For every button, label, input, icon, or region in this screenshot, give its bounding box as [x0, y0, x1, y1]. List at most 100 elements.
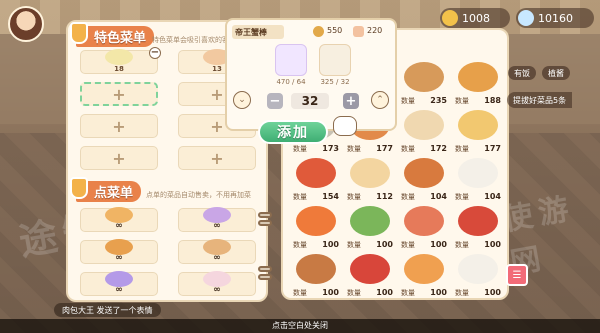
dish-count: 100: [322, 240, 339, 249]
dish-count-row: 数量 172: [401, 143, 447, 154]
quantity-label: 数量: [293, 192, 307, 201]
dish-count-row: 数量 100: [347, 239, 393, 250]
dish-cell[interactable]: 数量 100: [293, 204, 339, 250]
quantity-label: 数量: [347, 144, 361, 153]
infinite-quantity: ∞: [115, 285, 123, 295]
empty-featured-slot[interactable]: +: [80, 146, 158, 170]
dish-count-row: 数量 173: [293, 143, 339, 154]
star-icon: [353, 26, 364, 37]
dish-cell[interactable]: 数量 235: [401, 60, 447, 106]
list-menu-button[interactable]: ☰: [506, 264, 528, 286]
dish-quantity: 13: [212, 65, 222, 73]
quantity-label: 数量: [401, 96, 415, 105]
ingredient-item: 325 / 32: [319, 44, 351, 86]
dish-cell[interactable]: 数量 100: [455, 252, 501, 298]
empty-featured-slot[interactable]: +: [80, 114, 158, 138]
dish-cell[interactable]: 数量 100: [293, 252, 339, 298]
dish-count: 154: [322, 192, 339, 201]
tag-label: 植酱: [542, 66, 570, 80]
dish-cell[interactable]: 数量 154: [293, 156, 339, 202]
dish-cell[interactable]: 数量 100: [347, 204, 393, 250]
dish-name: 帝王蟹棒: [232, 25, 284, 39]
dish-count-row: 数量 100: [293, 287, 339, 298]
dish-cell[interactable]: 数量 100: [347, 252, 393, 298]
dish-count: 235: [430, 96, 447, 105]
tag-label: 有饭: [508, 66, 536, 80]
alacarte-dish-slot[interactable]: ∞: [178, 239, 256, 264]
remove-icon[interactable]: −: [149, 47, 161, 59]
gold-counter[interactable]: 1008: [440, 8, 510, 28]
dish-count-row: 数量 104: [401, 191, 447, 202]
decrease-button[interactable]: −: [267, 93, 283, 109]
dish-count-row: 数量 100: [455, 239, 501, 250]
quantity-label: 数量: [401, 240, 415, 249]
player-avatar[interactable]: [8, 6, 44, 42]
dish-count: 104: [484, 192, 501, 201]
dish-count: 100: [376, 240, 393, 249]
quantity-label: 数量: [455, 192, 469, 201]
chef-hat-icon: [70, 177, 88, 199]
empty-featured-slot[interactable]: +: [178, 146, 256, 170]
dish-cell[interactable]: 数量 188: [455, 60, 501, 106]
chevron-down-icon[interactable]: ⌄: [233, 91, 251, 109]
dish-count-row: 数量 188: [455, 95, 501, 106]
dish-count: 104: [430, 192, 447, 201]
dish-cell[interactable]: 数量 100: [401, 252, 447, 298]
dish-icon: [458, 206, 498, 236]
featured-dish-slot[interactable]: 18 −: [80, 47, 161, 74]
dish-cell[interactable]: 数量 177: [455, 108, 501, 154]
dish-count-row: 数量 100: [401, 287, 447, 298]
gem-counter[interactable]: 10160: [516, 8, 594, 28]
close-hint[interactable]: 点击空白处关闭: [0, 319, 600, 333]
quantity-label: 数量: [347, 240, 361, 249]
dish-count-row: 数量 177: [455, 143, 501, 154]
dish-count: 177: [376, 144, 393, 153]
dish-count: 100: [322, 288, 339, 297]
dish-icon: [404, 206, 444, 236]
cat-mascot-icon: [333, 116, 357, 136]
dish-cell[interactable]: 数量 100: [401, 204, 447, 250]
star-reward: 220: [367, 26, 383, 35]
dish-count-row: 数量 104: [455, 191, 501, 202]
empty-featured-slot[interactable]: +: [80, 82, 158, 106]
dish-count-row: 数量 235: [401, 95, 447, 106]
dish-cell[interactable]: 数量 104: [401, 156, 447, 202]
chevron-up-icon[interactable]: ⌃: [371, 91, 389, 109]
dish-icon: [350, 206, 390, 236]
gold-value: 1008: [462, 11, 490, 25]
infinite-quantity: ∞: [213, 253, 221, 263]
infinite-quantity: ∞: [213, 221, 221, 231]
binder-rings: [258, 212, 274, 238]
dish-icon: [458, 62, 498, 92]
dish-count: 177: [484, 144, 501, 153]
quantity-label: 数量: [455, 288, 469, 297]
quantity-label: 数量: [455, 144, 469, 153]
dish-icon: [458, 110, 498, 140]
add-dish-popup: 帝王蟹棒 550 220 470 / 64 325 / 32 ⌄ − 32 + …: [225, 18, 397, 131]
alacarte-dish-slot[interactable]: ∞: [178, 207, 256, 232]
chat-toast: 肉包大王 发送了一个表情: [54, 303, 161, 317]
increase-button[interactable]: +: [343, 93, 359, 109]
dish-icon: [105, 49, 133, 65]
alacarte-dish-slot[interactable]: ∞: [80, 271, 158, 296]
quantity-value[interactable]: 32: [291, 93, 329, 109]
quantity-label: 数量: [293, 240, 307, 249]
alacarte-dish-slot[interactable]: ∞: [178, 271, 256, 296]
alacarte-menu-title: 点菜单: [70, 177, 142, 202]
alacarte-dish-slot[interactable]: ∞: [80, 239, 158, 264]
dish-quantity: 18: [114, 65, 124, 73]
dish-cell[interactable]: 数量 104: [455, 156, 501, 202]
dish-cell[interactable]: 数量 100: [455, 204, 501, 250]
ingredient-amount: 470 / 64: [276, 78, 306, 86]
dish-count: 173: [322, 144, 339, 153]
dish-icon: [296, 158, 336, 188]
quantity-label: 数量: [347, 288, 361, 297]
add-button[interactable]: 添加: [258, 120, 328, 144]
alacarte-menu-hint: 点单的菜品自动售卖，不用再加菜: [146, 191, 251, 199]
gem-value: 10160: [538, 11, 573, 25]
alacarte-dish-slot[interactable]: ∞: [80, 207, 158, 232]
dish-count: 172: [430, 144, 447, 153]
dish-icon: [458, 254, 498, 284]
dish-cell[interactable]: 数量 112: [347, 156, 393, 202]
dish-cell[interactable]: 数量 172: [401, 108, 447, 154]
